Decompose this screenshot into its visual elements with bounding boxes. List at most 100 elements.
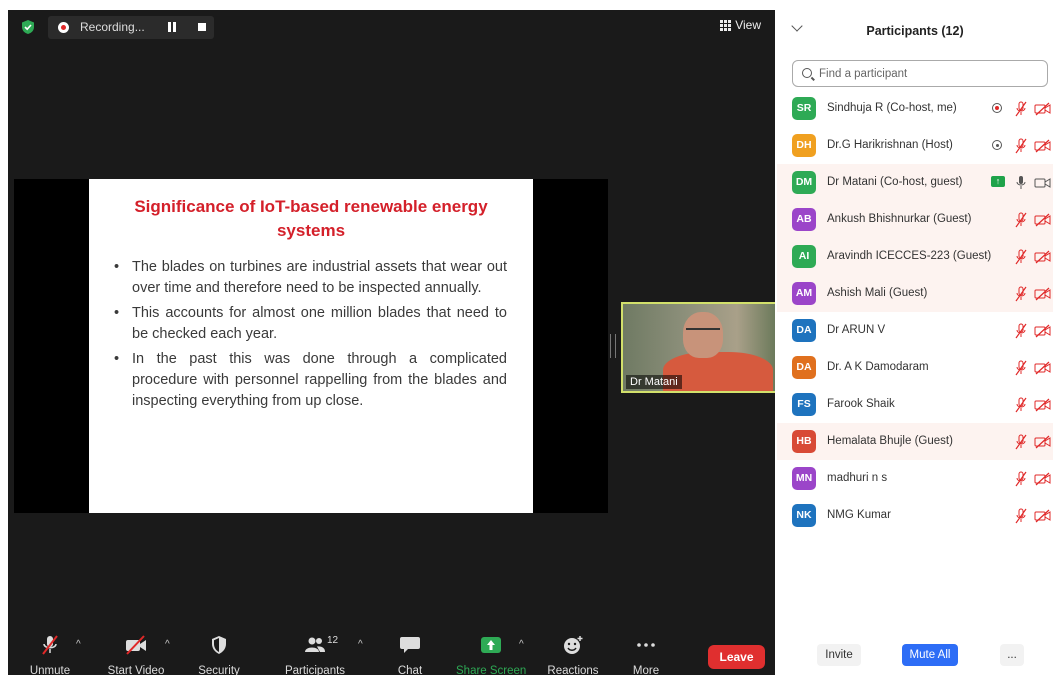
mic-muted-icon[interactable] <box>1014 249 1028 265</box>
avatar: DA <box>792 356 816 379</box>
more-options-button[interactable]: ... <box>1000 644 1024 666</box>
participant-row[interactable]: AM Ashish Mali (Guest) <box>777 275 1053 312</box>
microphone-muted-icon <box>42 635 58 655</box>
slide-bullet: In the past this was done through a comp… <box>114 349 507 412</box>
recording-dot-icon <box>58 22 69 33</box>
invite-button[interactable]: Invite <box>817 644 861 666</box>
mic-muted-icon[interactable] <box>1014 212 1028 228</box>
camera-off-icon[interactable] <box>1034 213 1051 227</box>
participant-list: SR Sindhuja R (Co-host, me) DH Dr.G Hari… <box>777 90 1053 534</box>
share-options-caret-icon[interactable]: ^ <box>519 639 524 650</box>
leave-button[interactable]: Leave <box>708 645 765 669</box>
presentation-slide: Significance of IoT-based renewable ener… <box>89 179 533 513</box>
screen-sharing-icon: ↑ <box>991 176 1005 187</box>
slide-bullet: This accounts for almost one million bla… <box>114 303 507 345</box>
participant-search[interactable] <box>792 60 1048 87</box>
audio-options-caret-icon[interactable]: ^ <box>76 639 81 650</box>
share-screen-label: Share Screen <box>456 665 527 675</box>
participant-name: Dr.G Harikrishnan (Host) <box>827 139 953 151</box>
resize-splitter[interactable] <box>610 334 616 358</box>
recording-label: Recording... <box>80 20 145 34</box>
mic-muted-icon[interactable] <box>1014 138 1028 154</box>
camera-off-icon[interactable] <box>1034 250 1051 264</box>
participant-name: Farook Shaik <box>827 398 895 410</box>
mic-muted-icon[interactable] <box>1014 434 1028 450</box>
participants-options-caret-icon[interactable]: ^ <box>358 639 363 650</box>
participant-row[interactable]: DA Dr. A K Damodaram <box>777 349 1053 386</box>
video-options-caret-icon[interactable]: ^ <box>165 639 170 650</box>
stop-recording-button[interactable] <box>198 23 206 31</box>
camera-off-icon[interactable] <box>1034 139 1051 153</box>
camera-off-icon[interactable] <box>1034 102 1051 116</box>
mic-muted-icon[interactable] <box>1014 323 1028 339</box>
participant-row[interactable]: HB Hemalata Bhujle (Guest) <box>777 423 1053 460</box>
mic-muted-icon[interactable] <box>1014 471 1028 487</box>
mic-muted-icon[interactable] <box>1014 397 1028 413</box>
camera-off-icon[interactable] <box>1034 509 1051 523</box>
participant-row[interactable]: AB Ankush Bhishnurkar (Guest) <box>777 201 1053 238</box>
participants-label: Participants <box>284 665 346 675</box>
participant-name: madhuri n s <box>827 472 888 484</box>
reactions-label: Reactions <box>547 665 599 675</box>
participant-name: Sindhuja R (Co-host, me) <box>827 102 957 114</box>
share-screen-button[interactable]: Share Screen <box>456 631 526 675</box>
start-video-button[interactable]: Start Video <box>103 631 169 675</box>
participant-row[interactable]: DM Dr Matani (Co-host, guest) ↑ <box>777 164 1053 201</box>
pause-recording-button[interactable] <box>166 22 178 33</box>
more-button[interactable]: More <box>626 631 666 675</box>
camera-off-icon[interactable] <box>1034 472 1051 486</box>
participants-icon <box>305 637 325 652</box>
participant-name: Dr. A K Damodaram <box>827 361 929 373</box>
unmute-label: Unmute <box>29 665 71 675</box>
camera-off-icon[interactable] <box>1034 324 1051 338</box>
chat-bubble-icon <box>400 637 420 653</box>
participant-name: Ankush Bhishnurkar (Guest) <box>827 213 972 225</box>
unmute-button[interactable]: Unmute <box>26 631 74 675</box>
mic-muted-icon[interactable] <box>1014 286 1028 302</box>
mic-muted-icon[interactable] <box>1014 101 1028 117</box>
reactions-button[interactable]: Reactions <box>545 631 601 675</box>
panel-header: Participants (12) <box>777 14 1053 44</box>
recording-status-icon <box>992 140 1002 150</box>
avatar: DH <box>792 134 816 157</box>
security-shield-icon <box>212 636 226 654</box>
screen-share-area: Significance of IoT-based renewable ener… <box>14 179 608 513</box>
avatar: SR <box>792 97 816 120</box>
chat-button[interactable]: Chat <box>393 631 427 675</box>
participants-button[interactable]: 12 Participants <box>280 631 350 675</box>
view-button[interactable]: View <box>720 18 761 32</box>
participant-name: NMG Kumar <box>827 509 891 521</box>
participants-panel: Participants (12) SR Sindhuja R (Co-host… <box>777 0 1053 675</box>
participant-name: Hemalata Bhujle (Guest) <box>827 435 953 447</box>
participant-row[interactable]: AI Aravindh ICECCES-223 (Guest) <box>777 238 1053 275</box>
participant-row[interactable]: DA Dr ARUN V <box>777 312 1053 349</box>
panel-title: Participants (12) <box>866 24 964 38</box>
chat-label: Chat <box>397 665 423 675</box>
search-icon <box>802 68 812 78</box>
mic-on-icon[interactable] <box>1014 175 1028 191</box>
participant-name: Aravindh ICECCES-223 (Guest) <box>827 250 992 262</box>
participant-row[interactable]: SR Sindhuja R (Co-host, me) <box>777 90 1053 127</box>
camera-off-icon[interactable] <box>1034 398 1051 412</box>
mute-all-button[interactable]: Mute All <box>902 644 958 666</box>
camera-on-icon[interactable] <box>1034 176 1051 190</box>
participant-row[interactable]: DH Dr.G Harikrishnan (Host) <box>777 127 1053 164</box>
search-input[interactable] <box>817 64 1041 84</box>
participant-row[interactable]: NK NMG Kumar <box>777 497 1053 534</box>
panel-footer: Invite Mute All ... <box>777 639 1053 675</box>
encryption-shield-icon[interactable] <box>20 19 36 35</box>
participant-video-tile[interactable]: Dr Matani <box>621 302 775 393</box>
slide-bullets: The blades on turbines are industrial as… <box>114 257 507 416</box>
camera-off-icon[interactable] <box>1034 361 1051 375</box>
camera-off-icon[interactable] <box>1034 435 1051 449</box>
mic-muted-icon[interactable] <box>1014 360 1028 376</box>
participant-row[interactable]: FS Farook Shaik <box>777 386 1053 423</box>
share-screen-arrow-icon <box>481 637 501 653</box>
participant-row[interactable]: MN madhuri n s <box>777 460 1053 497</box>
camera-off-icon[interactable] <box>1034 287 1051 301</box>
security-button[interactable]: Security <box>194 631 244 675</box>
mic-muted-icon[interactable] <box>1014 508 1028 524</box>
grid-view-icon <box>720 19 732 31</box>
more-label: More <box>632 665 660 675</box>
start-video-label: Start Video <box>107 665 165 675</box>
